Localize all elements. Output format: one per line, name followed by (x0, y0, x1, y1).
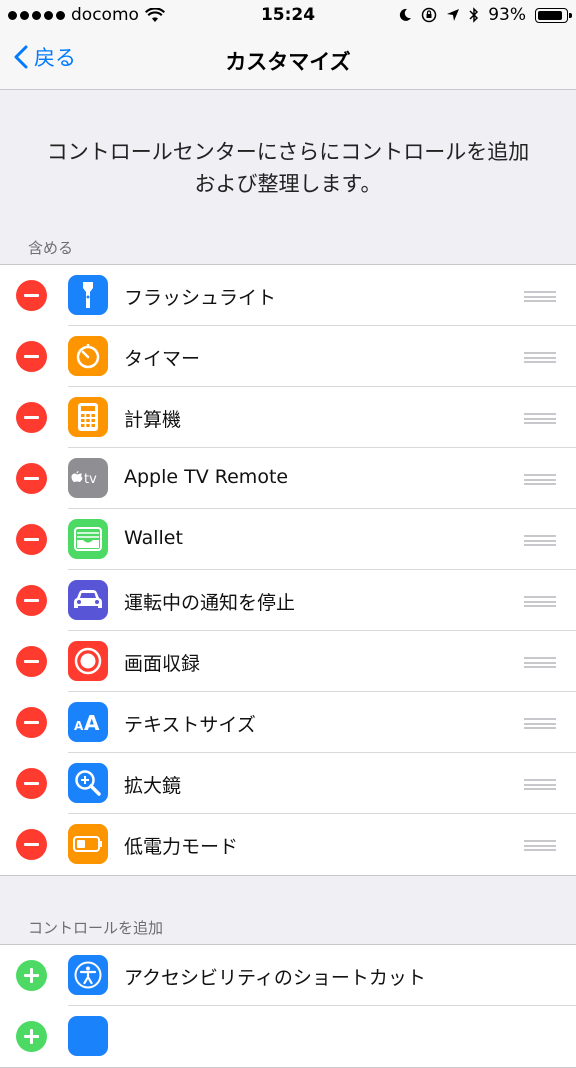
remove-button[interactable] (16, 463, 47, 494)
list-item[interactable]: タイマー (0, 326, 576, 387)
magnifier-icon (68, 763, 108, 803)
wallet-icon (68, 519, 108, 559)
reorder-handle[interactable] (524, 413, 556, 424)
remove-button[interactable] (16, 707, 47, 738)
reorder-handle[interactable] (524, 657, 556, 668)
item-label: アクセシビリティのショートカット (124, 967, 426, 989)
reorder-handle[interactable] (524, 840, 556, 851)
list-item[interactable]: tv Apple TV Remote (0, 448, 576, 509)
remove-button[interactable] (16, 646, 47, 677)
status-right: 93% (398, 5, 572, 25)
reorder-handle[interactable] (524, 291, 556, 302)
page-title: カスタマイズ (225, 50, 351, 74)
accessibility-icon (68, 955, 108, 995)
list-item[interactable]: 運転中の通知を停止 (0, 570, 576, 631)
item-label: タイマー (124, 348, 201, 370)
navigation-bar: 戻る カスタマイズ (0, 30, 576, 90)
status-bar: docomo 15:24 93% (0, 0, 576, 30)
apple-tv-icon: tv (68, 458, 108, 498)
svg-text:tv: tv (84, 472, 97, 487)
included-controls-list: フラッシュライト タイマー計算機 tv Apple TV Remote Wallet 運転… (0, 264, 576, 876)
list-item[interactable]: アクセシビリティのショートカット (0, 945, 576, 1006)
item-label: 低電力モード (124, 836, 239, 858)
car-icon (68, 580, 108, 620)
remove-button[interactable] (16, 402, 47, 433)
flashlight-icon (68, 275, 108, 315)
item-label: フラッシュライト (124, 287, 277, 309)
item-label: テキストサイズ (124, 714, 256, 736)
more-controls-list: アクセシビリティのショートカット (0, 944, 576, 1068)
reorder-handle[interactable] (524, 779, 556, 790)
list-item[interactable]: 低電力モード (0, 814, 576, 875)
location-icon (447, 9, 460, 21)
add-button[interactable] (16, 1021, 47, 1052)
list-item[interactable]: 計算機 (0, 387, 576, 448)
included-section-header: 含める (28, 239, 74, 257)
description-text: コントロールセンターにさらにコントロールを追加および整理します。 (46, 140, 530, 196)
battery-percent: 93% (488, 5, 526, 25)
battery-icon (68, 824, 108, 864)
text-size-icon: AA (68, 702, 108, 742)
reorder-handle[interactable] (524, 596, 556, 607)
item-label: 画面収録 (124, 653, 201, 675)
list-item[interactable]: 拡大鏡 (0, 753, 576, 814)
remove-button[interactable] (16, 341, 47, 372)
remove-button[interactable] (16, 829, 47, 860)
calculator-icon (68, 397, 108, 437)
more-controls-section-header: コントロールを追加 (28, 919, 164, 937)
remove-button[interactable] (16, 768, 47, 799)
rotation-lock-icon (421, 7, 437, 23)
list-item[interactable]: フラッシュライト (0, 265, 576, 326)
remove-button[interactable] (16, 524, 47, 555)
remove-button[interactable] (16, 585, 47, 616)
item-label: 拡大鏡 (124, 775, 182, 797)
reorder-handle[interactable] (524, 474, 556, 485)
item-label: 計算機 (124, 409, 182, 431)
list-item[interactable] (0, 1006, 576, 1067)
item-label: 運転中の通知を停止 (124, 592, 296, 614)
svg-text:A: A (84, 711, 100, 733)
partial-app-icon (68, 1016, 108, 1056)
svg-text:A: A (74, 719, 84, 733)
timer-icon (68, 336, 108, 376)
item-label: Wallet (124, 527, 183, 549)
list-item[interactable]: 画面収録 (0, 631, 576, 692)
add-button[interactable] (16, 960, 47, 991)
remove-button[interactable] (16, 280, 47, 311)
list-item[interactable]: Wallet (0, 509, 576, 570)
battery-icon (535, 7, 572, 23)
record-icon (68, 641, 108, 681)
bluetooth-icon (469, 7, 479, 23)
reorder-handle[interactable] (524, 352, 556, 363)
reorder-handle[interactable] (524, 718, 556, 729)
item-label: Apple TV Remote (124, 466, 289, 488)
list-item[interactable]: A A テキストサイズ (0, 692, 576, 753)
reorder-handle[interactable] (524, 535, 556, 546)
moon-icon (400, 8, 412, 21)
